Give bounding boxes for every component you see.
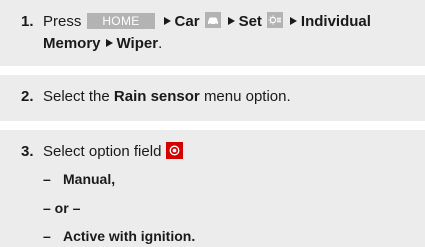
- menu-option-text: menu option.: [203, 88, 291, 105]
- arrow-right-icon: [227, 17, 235, 25]
- step-2-text: Select the Rain sensor menu option.: [43, 86, 415, 108]
- step-1: 1. Press HOME Car Set Individual Memory Wiper.: [0, 0, 425, 66]
- arrow-right-icon: [163, 17, 171, 25]
- car-icon: [204, 12, 221, 28]
- dash: –: [43, 228, 51, 244]
- memory-menu-label: Memory: [43, 35, 101, 52]
- option-active-with-ignition: – Active with ignition.: [43, 226, 195, 246]
- arrow-right-icon: [105, 39, 113, 47]
- step-number: 2.: [21, 88, 34, 105]
- manual-label: Manual,: [63, 171, 116, 187]
- select-text: Select the: [43, 88, 110, 105]
- home-button-label: HOME: [87, 13, 155, 29]
- step-3: 3. Select option field – Manual, – or – –…: [0, 130, 425, 247]
- step-1-text: Press HOME Car Set Individual Memory Wiper.: [43, 11, 415, 55]
- option-field-icon: [166, 142, 184, 159]
- set-menu-label: Set: [238, 13, 262, 30]
- option-manual: – Manual,: [43, 169, 115, 189]
- select-option-field-text: Select option field: [43, 143, 162, 160]
- press-text: Press: [43, 13, 82, 30]
- or-separator: – or –: [43, 200, 81, 216]
- settings-icon: [266, 12, 283, 28]
- step-2: 2. Select the Rain sensor menu option.: [0, 75, 425, 121]
- car-menu-label: Car: [174, 13, 200, 30]
- rain-sensor-label: Rain sensor: [113, 88, 200, 105]
- dash: –: [43, 171, 51, 187]
- individual-menu-label: Individual: [300, 13, 371, 30]
- step-3-text: Select option field: [43, 141, 415, 163]
- period: .: [158, 35, 163, 52]
- arrow-right-icon: [289, 17, 297, 25]
- active-label: Active with ignition.: [63, 228, 196, 244]
- step-number: 3.: [21, 143, 34, 160]
- wiper-menu-label: Wiper: [116, 35, 159, 52]
- instruction-page: 1. Press HOME Car Set Individual Memory Wiper.…: [0, 0, 425, 247]
- step-number: 1.: [21, 13, 34, 30]
